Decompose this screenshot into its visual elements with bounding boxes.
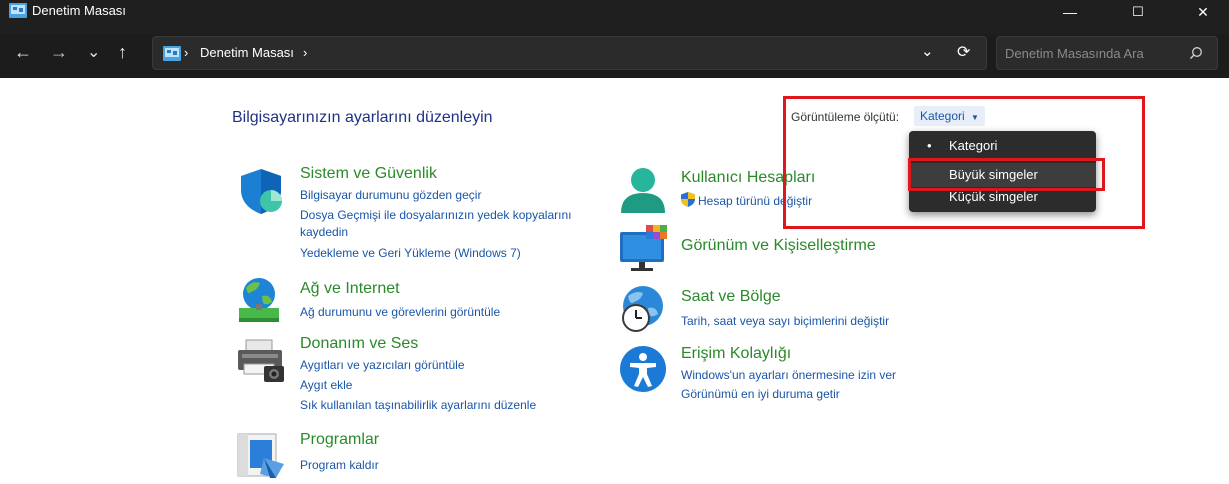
control-panel-icon [9, 3, 27, 18]
breadcrumb-separator[interactable]: › [303, 45, 307, 60]
search-box[interactable] [996, 36, 1218, 70]
user-icon[interactable] [618, 165, 668, 215]
forward-button[interactable]: → [50, 42, 74, 68]
link-view-devices[interactable]: Aygıtları ve yazıcıları görüntüle [300, 358, 465, 372]
refresh-button[interactable]: ⟳ [957, 42, 970, 62]
breadcrumb-control-panel[interactable]: Denetim Masası [200, 45, 294, 60]
link-network-status[interactable]: Ağ durumunu ve görevlerini görüntüle [300, 305, 500, 319]
shield-icon[interactable] [236, 166, 286, 216]
network-icon[interactable] [236, 276, 286, 326]
link-date-time-formats[interactable]: Tarih, saat veya sayı biçimlerini değişt… [681, 314, 889, 328]
recent-locations-button[interactable]: ⌄ [87, 42, 111, 68]
navigation-bar: ← → ⌄ ↑ › Denetim Masası › ⌄ ⟳ [0, 34, 1229, 78]
link-mobility-settings[interactable]: Sık kullanılan taşınabilirlik ayarlarını… [300, 398, 536, 412]
uac-shield-icon [681, 192, 695, 207]
title-bar: Denetim Masası — ☐ ✕ [0, 0, 1229, 34]
link-let-windows-suggest[interactable]: Windows'un ayarları önermesine izin ver [681, 368, 896, 382]
category-clock-region[interactable]: Saat ve Bölge [681, 288, 781, 306]
programs-icon[interactable] [236, 430, 286, 480]
window-title: Denetim Masası [32, 3, 126, 18]
link-file-history-cont[interactable]: kaydedin [300, 225, 348, 239]
accessibility-icon[interactable] [618, 344, 668, 394]
address-dropdown-button[interactable]: ⌄ [921, 42, 934, 60]
link-add-device[interactable]: Aygıt ekle [300, 378, 352, 392]
up-button[interactable]: ↑ [118, 42, 142, 68]
page-title: Bilgisayarınızın ayarlarını düzenleyin [232, 109, 493, 126]
category-appearance-personalization[interactable]: Görünüm ve Kişiselleştirme [681, 237, 876, 255]
address-bar[interactable]: › Denetim Masası › ⌄ ⟳ [152, 36, 987, 70]
maximize-button[interactable]: ☐ [1115, 0, 1161, 24]
link-review-status[interactable]: Bilgisayar durumunu gözden geçir [300, 188, 481, 202]
search-input[interactable] [1005, 44, 1175, 62]
link-optimize-display[interactable]: Görünümü en iyi duruma getir [681, 387, 840, 401]
search-icon[interactable] [1189, 46, 1203, 60]
link-uninstall-program[interactable]: Program kaldır [300, 458, 379, 472]
category-programs[interactable]: Programlar [300, 431, 379, 449]
link-backup-restore[interactable]: Yedekleme ve Geri Yükleme (Windows 7) [300, 246, 521, 260]
back-button[interactable]: ← [14, 42, 38, 68]
printer-icon[interactable] [236, 336, 286, 386]
category-ease-of-access[interactable]: Erişim Kolaylığı [681, 345, 791, 363]
clock-globe-icon[interactable] [618, 284, 668, 334]
link-file-history[interactable]: Dosya Geçmişi ile dosyalarınızın yedek k… [300, 208, 571, 222]
category-system-security[interactable]: Sistem ve Güvenlik [300, 165, 437, 183]
close-button[interactable]: ✕ [1180, 0, 1226, 24]
category-network-internet[interactable]: Ağ ve Internet [300, 280, 400, 298]
monitor-icon[interactable] [618, 224, 668, 274]
breadcrumb-separator[interactable]: › [184, 45, 188, 60]
control-panel-icon [163, 46, 181, 61]
highlight-large-icons [908, 158, 1105, 191]
minimize-button[interactable]: — [1047, 0, 1093, 24]
category-hardware-sound[interactable]: Donanım ve Ses [300, 335, 418, 353]
main-content: Bilgisayarınızın ayarlarını düzenleyin S… [0, 78, 1229, 484]
